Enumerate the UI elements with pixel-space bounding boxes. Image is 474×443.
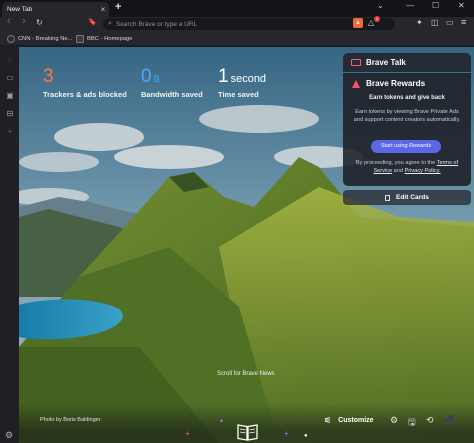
tab-strip: New Tab × + ⌄ — ☐ ✕ [0,0,474,17]
minimize-button[interactable]: — [406,1,414,10]
brave-talk-camera-icon[interactable]: ⬛ [445,415,455,424]
bookmark-label: BBC - Homepage [87,36,133,42]
tab-search-chevron-icon[interactable]: ⌄ [377,1,384,10]
sparkle-icon: + [284,429,289,438]
rewards-badge: 1 [374,16,380,22]
rewards-header: Brave Rewards [352,79,425,88]
bookmark-bbc[interactable]: BBC - Homepage [76,34,132,44]
time-label: Time saved [218,90,259,99]
settings-gear-icon[interactable]: ⚙ [390,415,398,426]
bandwidth-value: 0 [141,66,152,87]
wallet-icon[interactable]: ▭ [446,18,454,27]
new-tab-page: 3 Trackers & ads blocked 0B Bandwidth sa… [19,47,474,443]
extensions-icon[interactable]: ✦ [416,18,423,27]
time-value: 1 [218,66,229,87]
search-icon: ⌕ [108,20,112,27]
brave-talk-title: Brave Talk [366,58,406,67]
tab-title: New Tab [7,6,33,13]
sidebar-bookmarks-icon[interactable]: ▣ [5,91,15,100]
terms-prefix: By proceeding, you agree to the [355,160,436,166]
sparkle-icon: + [185,429,190,438]
bbc-favicon-icon [76,35,84,43]
bookmark-label: CNN - Breaking Ne... [18,36,73,42]
maximize-button[interactable]: ☐ [432,1,439,10]
trackers-label: Trackers & ads blocked [43,90,127,99]
edit-cards-label: Edit Cards [396,194,429,201]
stat-trackers-blocked: 3 Trackers & ads blocked [43,66,127,100]
terms-and: and [393,168,404,174]
bandwidth-label: Bandwidth saved [141,90,203,99]
start-using-rewards-button[interactable]: Start using Rewards [371,140,441,153]
close-icon[interactable]: × [97,5,109,14]
close-window-button[interactable]: ✕ [458,1,465,10]
bookmarks-icon[interactable]: 🖫 [408,415,416,431]
sidebar-toggle-icon[interactable]: ◫ [431,18,439,27]
sidebar-add-icon[interactable]: + [5,127,15,136]
sidebar: ◌ ▭ ▣ ⊟ + ⚙ [0,47,19,443]
forward-icon[interactable]: › [22,15,26,27]
rewards-terms: By proceeding, you agree to the Terms of… [349,159,465,175]
customize-button[interactable]: ⚟ Customize [324,416,374,425]
brave-talk-icon [351,59,361,66]
back-icon[interactable]: ‹ [7,15,11,27]
sidebar-talk-icon[interactable]: ◌ [5,55,15,64]
edit-cards-button[interactable]: Edit Cards [343,190,471,205]
rewards-title: Brave Rewards [366,79,426,88]
brave-talk-card[interactable]: Brave Talk [343,53,471,72]
scroll-for-news-hint[interactable]: Scroll for Brave News [217,371,275,377]
brave-rewards-card: Brave Rewards Earn tokens and give back … [343,73,471,186]
sparkle-icon: ✦ [219,419,225,425]
reload-icon[interactable]: ↻ [36,18,43,27]
customize-label: Customize [338,417,374,424]
privacy-policy-link[interactable]: Privacy Policy. [405,168,441,174]
sidebar-reading-list-icon[interactable]: ⊟ [5,109,15,118]
brave-news-book-icon[interactable] [237,423,258,441]
customize-sliders-icon: ⚟ [324,416,332,425]
bookmark-icon[interactable]: 🔖 [88,18,97,26]
edit-cards-icon [385,194,390,201]
navigation-toolbar: ‹ › ↻ 🔖 ⌕ ▲ △ 1 ✦ ◫ ▭ ≡ [0,15,474,32]
sidebar-wallet-icon[interactable]: ▭ [5,73,15,82]
trackers-count: 3 [43,66,54,87]
brave-rewards-icon [352,79,360,88]
bookmark-cnn[interactable]: CNN - Breaking Ne... [7,34,72,44]
sparkle-icon: ● [304,433,308,439]
photo-credit[interactable]: Photo by Boris Baldinger [40,417,101,423]
history-icon[interactable]: ⟲ [426,415,434,426]
tab-new-tab[interactable]: New Tab × [2,2,109,17]
stat-time-saved: 1 second Time saved [218,66,267,100]
url-input[interactable] [115,20,326,28]
time-unit: second [230,73,267,85]
bandwidth-unit: B [153,74,160,84]
cnn-favicon-icon [7,35,15,43]
new-tab-button[interactable]: + [115,1,121,13]
stat-bandwidth-saved: 0B Bandwidth saved [141,66,203,100]
brave-shields-button[interactable]: ▲ [353,18,363,28]
sidebar-settings-icon[interactable]: ⚙ [5,430,13,441]
rewards-description: Earn tokens by viewing Brave Private Ads… [353,109,461,123]
rewards-subtitle: Earn tokens and give back [369,95,445,101]
menu-icon[interactable]: ≡ [461,17,466,27]
bookmarks-bar: CNN - Breaking Ne... BBC - Homepage [0,32,474,46]
address-bar[interactable]: ⌕ [103,18,395,30]
